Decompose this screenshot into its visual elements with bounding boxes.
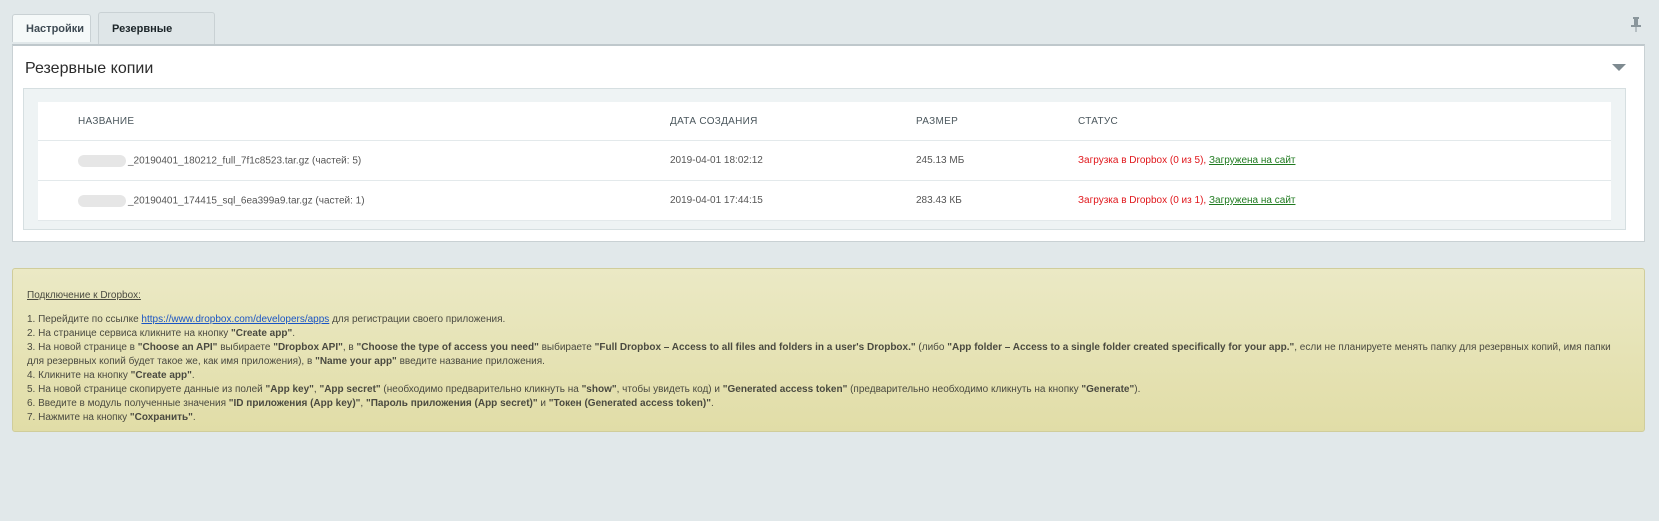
step-text: ). [1134,384,1141,395]
tab-settings[interactable]: Настройки [12,14,91,42]
backup-size: 245.13 МБ [915,140,1077,181]
backups-table: НАЗВАНИЕ ДАТА СОЗДАНИЯ РАЗМЕР СТАТУС _20… [38,102,1611,221]
uploaded-to-site-link[interactable]: Загружена на сайт [1209,195,1296,206]
backup-name: _20190401_180212_full_7f1c8523.tar.gz (ч… [128,155,362,167]
backup-name-cell: _20190401_180212_full_7f1c8523.tar.gz (ч… [38,140,669,181]
dropbox-developers-link[interactable]: https://www.dropbox.com/developers/apps [141,314,329,325]
step-emphasis: "Пароль приложения (App secret)" [365,398,538,409]
step-text: . [192,412,196,423]
step-emphasis: "show" [581,384,617,395]
backups-panel: Резервные копии НАЗВАНИЕ ДАТА СОЗДАНИЯ Р… [12,44,1645,242]
step-emphasis: "Full Dropbox – Access to all files and … [594,342,916,353]
backup-status-cell: Загрузка в Dropbox (0 из 1), Загружена н… [1077,180,1611,221]
dropbox-upload-status: Загрузка в Dropbox (0 из 1), [1078,195,1207,206]
backup-date: 2019-04-01 18:02:12 [669,140,915,181]
redacted-prefix [78,194,126,207]
redacted-prefix [78,154,126,167]
backup-date: 2019-04-01 17:44:15 [669,180,915,221]
table-header-row: НАЗВАНИЕ ДАТА СОЗДАНИЯ РАЗМЕР СТАТУС [38,102,1611,141]
step-emphasis: "Generate" [1081,384,1135,395]
step-text: (либо [915,342,948,353]
step-emphasis: "Create app" [231,328,293,339]
step-emphasis: "App secret" [319,384,381,395]
instruction-step-5: 5. На новой странице скопируете данные и… [27,383,1630,397]
step-text: , в [342,342,357,353]
instruction-step-2: 2. На странице сервиса кликните на кнопк… [27,327,1630,341]
step-text: , чтобы увидеть код) и [616,384,723,395]
step-emphasis: "Dropbox API" [273,342,343,353]
panel-title: Резервные копии [25,60,154,77]
table-row: _20190401_174415_sql_6ea399a9.tar.gz (ча… [38,180,1611,221]
step-emphasis: "Create app" [130,370,192,381]
step-text: 7. Нажмите на кнопку [27,412,130,423]
step-text: (предварительно необходимо кликнуть на к… [847,384,1082,395]
backups-table-container: НАЗВАНИЕ ДАТА СОЗДАНИЯ РАЗМЕР СТАТУС _20… [23,88,1626,230]
step-emphasis: "Name your app" [315,356,397,367]
column-header-status[interactable]: СТАТУС [1077,102,1611,141]
step-text: 2. На странице сервиса кликните на кнопк… [27,328,232,339]
pin-icon[interactable] [1629,16,1643,32]
note-title: Подключение к Dropbox: [27,290,141,301]
step-text: 5. На новой странице скопируете данные и… [27,384,266,395]
step-text: 1. Перейдите по ссылке [27,314,142,325]
column-header-date[interactable]: ДАТА СОЗДАНИЯ [669,102,915,141]
step-emphasis: "App key" [265,384,314,395]
backup-size: 283.43 КБ [915,180,1077,221]
step-text: . [191,370,195,381]
instruction-step-7: 7. Нажмите на кнопку "Сохранить". [27,411,1630,425]
step-emphasis: "ID приложения (App key)" [228,398,361,409]
step-text: . [710,398,714,409]
step-text: . [292,328,295,339]
step-text: 4. Кликните на кнопку [27,370,131,381]
step-emphasis: "Токен (Generated access token)" [548,398,711,409]
tab-backups[interactable]: Резервные копии [98,12,215,67]
uploaded-to-site-link[interactable]: Загружена на сайт [1209,155,1296,166]
step-text: 3. На новой странице в [27,342,138,353]
chevron-down-icon[interactable] [1612,64,1626,71]
step-text: и [537,398,549,409]
backup-status-cell: Загрузка в Dropbox (0 из 5), Загружена н… [1077,140,1611,181]
backup-name-cell: _20190401_174415_sql_6ea399a9.tar.gz (ча… [38,180,669,221]
step-text: (необходимо предварительно кликнуть на [380,384,582,395]
step-emphasis: "App folder – Access to a single folder … [947,342,1295,353]
column-header-size[interactable]: РАЗМЕР [915,102,1077,141]
dropbox-upload-status: Загрузка в Dropbox (0 из 5), [1078,155,1207,166]
step-emphasis: "Choose the type of access you need" [356,342,539,353]
step-emphasis: "Generated access token" [722,384,848,395]
instruction-step-6: 6. Введите в модуль полученные значения … [27,397,1630,411]
column-header-name[interactable]: НАЗВАНИЕ [38,102,669,141]
step-text: выбираете [217,342,274,353]
instruction-step-3: 3. На новой странице в "Choose an API" в… [27,341,1630,369]
backup-name: _20190401_174415_sql_6ea399a9.tar.gz (ча… [128,195,365,207]
step-text: введите название приложения. [396,356,545,367]
step-text: выбираете [538,342,595,353]
step-emphasis: "Сохранить" [129,412,193,423]
step-text: 6. Введите в модуль полученные значения [27,398,229,409]
step-text: для регистрации своего приложения. [329,314,506,325]
dropbox-instructions-note: Подключение к Dropbox: 1. Перейдите по с… [12,268,1645,432]
step-emphasis: "Choose an API" [137,342,218,353]
table-row: _20190401_180212_full_7f1c8523.tar.gz (ч… [38,140,1611,181]
instruction-step-1: 1. Перейдите по ссылке https://www.dropb… [27,313,1630,327]
instruction-step-4: 4. Кликните на кнопку "Create app". [27,369,1630,383]
